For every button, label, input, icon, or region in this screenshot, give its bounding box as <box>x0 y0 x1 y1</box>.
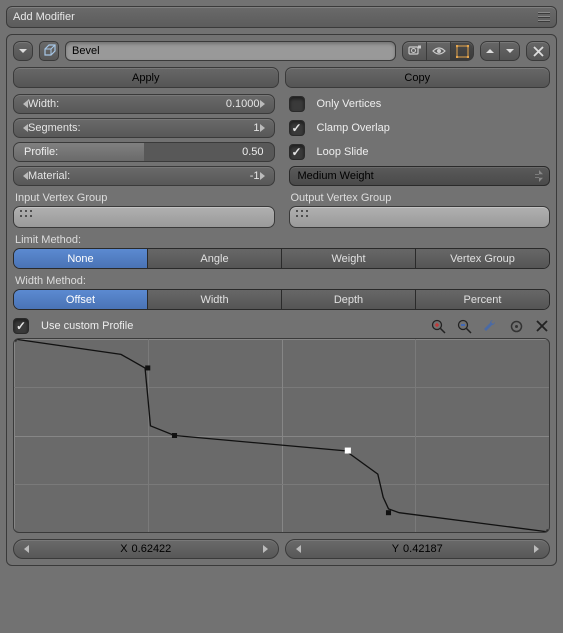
panel-header[interactable]: Add Modifier <box>6 6 557 28</box>
panel-title: Add Modifier <box>13 11 538 23</box>
only-vertices-checkbox[interactable] <box>289 96 305 112</box>
curve-x-label: X <box>120 543 127 555</box>
profile-slider[interactable]: Profile:0.50 <box>13 142 275 162</box>
modifier-name: Bevel <box>72 45 100 57</box>
curve-y-label: Y <box>392 543 399 555</box>
vertex-group-icon <box>20 210 34 224</box>
curve-editor[interactable] <box>13 338 550 533</box>
delete-modifier-button[interactable] <box>526 41 550 61</box>
output-vg-field[interactable] <box>289 206 551 228</box>
viewport-toggle[interactable] <box>426 41 450 61</box>
render-toggle[interactable] <box>402 41 426 61</box>
curve-handle[interactable] <box>386 510 391 515</box>
vertex-group-icon <box>296 210 310 224</box>
profile-label: Profile: <box>24 146 242 158</box>
use-custom-profile-checkbox[interactable] <box>13 318 29 334</box>
copy-label: Copy <box>404 72 430 84</box>
width-label: Width: <box>28 98 226 110</box>
limit-option-weight[interactable]: Weight <box>282 249 416 268</box>
width-option-width[interactable]: Width <box>148 290 282 309</box>
width-method-segmented: OffsetWidthDepthPercent <box>13 289 550 310</box>
output-vg-label: Output Vertex Group <box>291 192 551 204</box>
curve-handle[interactable] <box>172 433 177 438</box>
limit-option-vertex-group[interactable]: Vertex Group <box>416 249 549 268</box>
curve-path <box>14 339 549 532</box>
segments-label: Segments: <box>28 122 253 134</box>
curve-handle[interactable] <box>145 365 150 370</box>
snap-icon[interactable] <box>508 318 524 334</box>
move-down-button[interactable] <box>500 41 520 61</box>
limit-method-label: Limit Method: <box>15 234 550 246</box>
modifier-name-field[interactable]: Bevel <box>65 41 396 61</box>
apply-button[interactable]: Apply <box>13 67 279 88</box>
copy-button[interactable]: Copy <box>285 67 551 88</box>
apply-label: Apply <box>132 72 160 84</box>
limit-method-segmented: NoneAngleWeightVertex Group <box>13 248 550 269</box>
tools-icon[interactable] <box>482 318 498 334</box>
limit-option-angle[interactable]: Angle <box>148 249 282 268</box>
curve-x-field[interactable]: X 0.62422 <box>13 539 279 559</box>
width-method-label: Width Method: <box>15 275 550 287</box>
segments-value: 1 <box>253 122 259 134</box>
material-label: Material: <box>28 170 250 182</box>
curve-x-value: 0.62422 <box>132 543 172 555</box>
input-vg-label: Input Vertex Group <box>15 192 275 204</box>
width-field[interactable]: Width:0.1000 <box>13 94 275 114</box>
zoom-out-icon[interactable] <box>456 318 472 334</box>
material-field[interactable]: Material:-1 <box>13 166 275 186</box>
editmode-toggle[interactable] <box>450 41 474 61</box>
only-vertices-label: Only Vertices <box>317 98 382 110</box>
width-option-depth[interactable]: Depth <box>282 290 416 309</box>
clamp-overlap-checkbox[interactable] <box>289 120 305 136</box>
input-vg-field[interactable] <box>13 206 275 228</box>
weight-mode-value: Medium Weight <box>298 170 374 182</box>
move-up-button[interactable] <box>480 41 500 61</box>
curve-handle[interactable] <box>546 530 549 533</box>
limit-option-none[interactable]: None <box>14 249 148 268</box>
material-value: -1 <box>250 170 260 182</box>
curve-handle-selected[interactable] <box>345 448 351 454</box>
bevel-icon <box>39 41 59 61</box>
expand-toggle[interactable] <box>13 41 33 61</box>
use-custom-profile-label: Use custom Profile <box>41 320 133 332</box>
zoom-in-icon[interactable] <box>430 318 446 334</box>
curve-y-field[interactable]: Y 0.42187 <box>285 539 551 559</box>
segments-field[interactable]: Segments:1 <box>13 118 275 138</box>
profile-value: 0.50 <box>242 146 263 158</box>
weight-mode-select[interactable]: Medium Weight <box>289 166 551 186</box>
curve-handle[interactable] <box>14 339 17 342</box>
curve-y-value: 0.42187 <box>403 543 443 555</box>
width-value: 0.1000 <box>226 98 260 110</box>
loop-slide-label: Loop Slide <box>317 146 369 158</box>
grip-icon <box>538 10 550 24</box>
width-option-offset[interactable]: Offset <box>14 290 148 309</box>
loop-slide-checkbox[interactable] <box>289 144 305 160</box>
width-option-percent[interactable]: Percent <box>416 290 549 309</box>
clamp-overlap-label: Clamp Overlap <box>317 122 390 134</box>
reset-icon[interactable] <box>534 318 550 334</box>
